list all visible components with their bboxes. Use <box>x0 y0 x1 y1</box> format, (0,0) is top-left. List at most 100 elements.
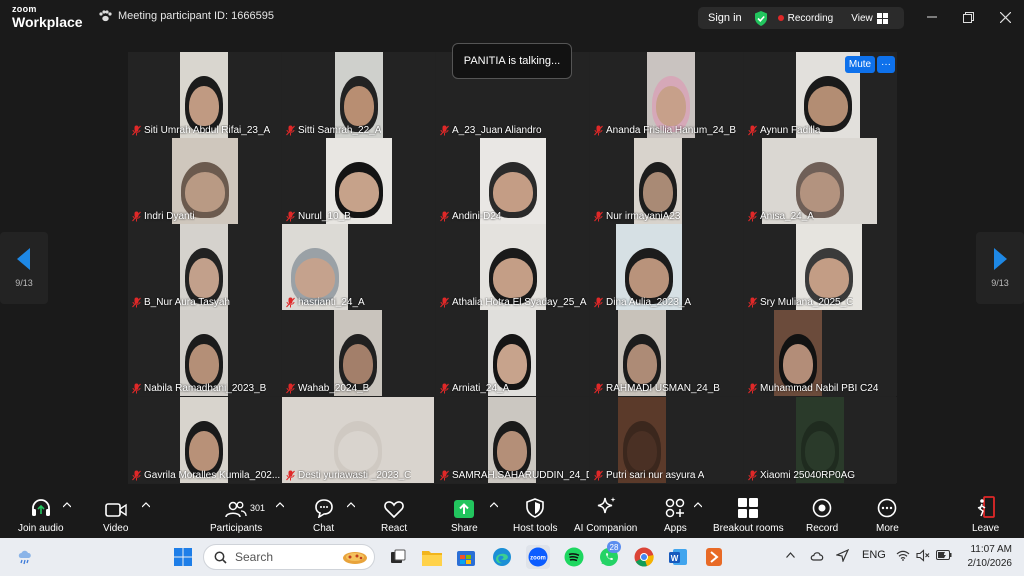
location-arrow-icon[interactable] <box>836 549 849 562</box>
host-tools-button[interactable]: Host tools <box>513 496 557 534</box>
muted-mic-icon <box>132 125 141 136</box>
participant-tile[interactable]: Desti yuriawasti _2023_C <box>282 397 435 483</box>
wifi-icon[interactable] <box>896 550 910 561</box>
next-page-button[interactable]: 9/13 <box>976 232 1024 304</box>
folder-icon <box>422 550 442 566</box>
chevron-up-icon[interactable] <box>347 502 355 508</box>
chrome-button[interactable] <box>632 545 656 569</box>
minimize-button[interactable] <box>922 8 942 26</box>
host-tools-label: Host tools <box>513 523 558 534</box>
participant-name-text: SAMRAH.SAHARUDDIN_24_D <box>452 470 589 481</box>
join-audio-button[interactable]: Join audio <box>18 496 64 534</box>
participant-tile[interactable]: Nabila Ramadhani_2023_B <box>128 310 281 396</box>
participant-tile[interactable]: Indri Dyanti <box>128 138 281 224</box>
more-button[interactable]: More <box>876 496 899 534</box>
breakout-rooms-button[interactable]: Breakout rooms <box>713 496 784 534</box>
view-button[interactable]: View <box>851 12 888 24</box>
meeting-id-text: Meeting participant ID: 1666595 <box>118 10 274 22</box>
spotify-button[interactable] <box>562 545 586 569</box>
edge-browser-button[interactable] <box>490 545 514 569</box>
talking-indicator: PANITIA is talking... <box>452 43 572 79</box>
system-clock[interactable]: 11:07 AM 2/10/2026 <box>962 543 1013 571</box>
microsoft-store-button[interactable] <box>454 545 478 569</box>
share-button[interactable]: Share <box>451 496 478 534</box>
participant-tile[interactable]: Ananda Frisllia Hanum_24_B <box>590 52 743 138</box>
participant-tile[interactable]: RAHMADI USMAN_24_B <box>590 310 743 396</box>
windows-logo-icon <box>174 548 192 566</box>
speaker-muted-icon[interactable] <box>916 549 930 562</box>
chevron-up-icon[interactable] <box>694 502 702 508</box>
participant-tile[interactable]: SAMRAH.SAHARUDDIN_24_D <box>436 397 589 483</box>
chevron-up-icon[interactable] <box>142 502 150 508</box>
record-button[interactable]: Record <box>806 496 838 534</box>
participant-tile[interactable]: Sitti Samrah_22_A <box>282 52 435 138</box>
participant-tile[interactable]: Sry Muliana_2025_C <box>744 224 897 310</box>
pinned-app-button[interactable] <box>702 545 726 569</box>
maximize-button[interactable] <box>958 8 978 26</box>
cloud-icon[interactable] <box>810 550 824 561</box>
chevron-up-icon[interactable] <box>490 502 498 508</box>
tile-more-options-button[interactable]: ··· <box>877 56 895 73</box>
chat-button[interactable]: Chat <box>313 496 334 534</box>
participant-face <box>805 431 835 471</box>
participant-name-text: Nabila Ramadhani_2023_B <box>144 383 267 394</box>
close-button[interactable] <box>995 8 1015 26</box>
svg-text:W: W <box>671 554 679 563</box>
zoom-app-icon: zoom <box>528 547 548 567</box>
recording-indicator[interactable]: Recording <box>777 13 833 24</box>
show-hidden-icons-chevron-icon[interactable] <box>786 552 795 558</box>
participants-icon <box>225 501 247 518</box>
input-language-indicator[interactable]: ENG <box>862 549 886 561</box>
chevron-up-icon[interactable] <box>276 502 284 508</box>
meeting-participant-id[interactable]: Meeting participant ID: 1666595 <box>98 10 274 22</box>
task-view-button[interactable] <box>386 545 410 569</box>
sign-in-button[interactable]: Sign in <box>698 12 752 24</box>
shield-check-icon[interactable] <box>754 10 768 26</box>
participant-tile[interactable]: Siti Umrah Abdul Rifai_23_A <box>128 52 281 138</box>
participant-tile[interactable]: Muhammad Nabil PBI C24 <box>744 310 897 396</box>
battery-charging-icon[interactable] <box>936 550 952 560</box>
ai-companion-label: AI Companion <box>574 523 638 534</box>
participant-tile[interactable]: Anisa_24_A <box>744 138 897 224</box>
participant-name-text: Wahab_2024_B <box>298 383 370 394</box>
arrow-left-icon <box>17 248 30 270</box>
participant-face <box>189 258 219 298</box>
word-button[interactable]: W <box>666 545 690 569</box>
participant-tile[interactable]: Nurul_10_B <box>282 138 435 224</box>
weather-widget[interactable] <box>14 545 38 569</box>
participant-tile[interactable]: Wahab_2024_B <box>282 310 435 396</box>
participant-tile[interactable]: B_Nur Aura Tasyah <box>128 224 281 310</box>
participant-tile[interactable]: Putri sari nur asyura A <box>590 397 743 483</box>
ai-companion-button[interactable]: AI Companion <box>574 496 637 534</box>
participant-tile[interactable]: Arniati_24_A <box>436 310 589 396</box>
chevron-up-icon[interactable] <box>63 502 71 508</box>
participant-tile[interactable]: Andini-D24 <box>436 138 589 224</box>
muted-mic-icon <box>132 297 141 308</box>
participant-tile[interactable]: Nur irmayaniA23 <box>590 138 743 224</box>
start-button[interactable] <box>171 545 195 569</box>
apps-button[interactable]: Apps <box>664 496 687 534</box>
participant-name-text: Andini-D24 <box>452 211 502 222</box>
leave-button[interactable]: Leave <box>972 496 999 534</box>
share-label: Share <box>451 523 478 534</box>
clock-time: 11:07 AM <box>970 544 1012 555</box>
muted-mic-icon <box>132 211 141 222</box>
zoom-taskbar-button[interactable]: zoom <box>526 545 550 569</box>
participant-tile[interactable]: Dina Aulia_2023_A <box>590 224 743 310</box>
participant-face <box>189 431 219 471</box>
participant-tile[interactable]: Xiaomi 25040RP0AG <box>744 397 897 483</box>
taskbar-search[interactable]: Search <box>203 544 375 570</box>
react-button[interactable]: React <box>381 496 407 534</box>
clock-date: 2/10/2026 <box>967 558 1013 569</box>
mute-participant-button[interactable]: Mute <box>845 56 875 73</box>
participant-tile[interactable]: hasrianti_24_A <box>282 224 435 310</box>
participants-button[interactable]: Participants <box>210 496 262 534</box>
participant-face <box>643 172 673 212</box>
participant-name: Xiaomi 25040RP0AG <box>748 470 855 481</box>
minimize-icon <box>927 16 937 18</box>
file-explorer-button[interactable] <box>420 545 444 569</box>
previous-page-button[interactable]: 9/13 <box>0 232 48 304</box>
participant-tile[interactable]: Gavrila Moralles Kumila_202... <box>128 397 281 483</box>
video-button[interactable]: Video <box>103 496 128 534</box>
participant-tile[interactable]: Athalia Hotra El.Syaday_25_A <box>436 224 589 310</box>
